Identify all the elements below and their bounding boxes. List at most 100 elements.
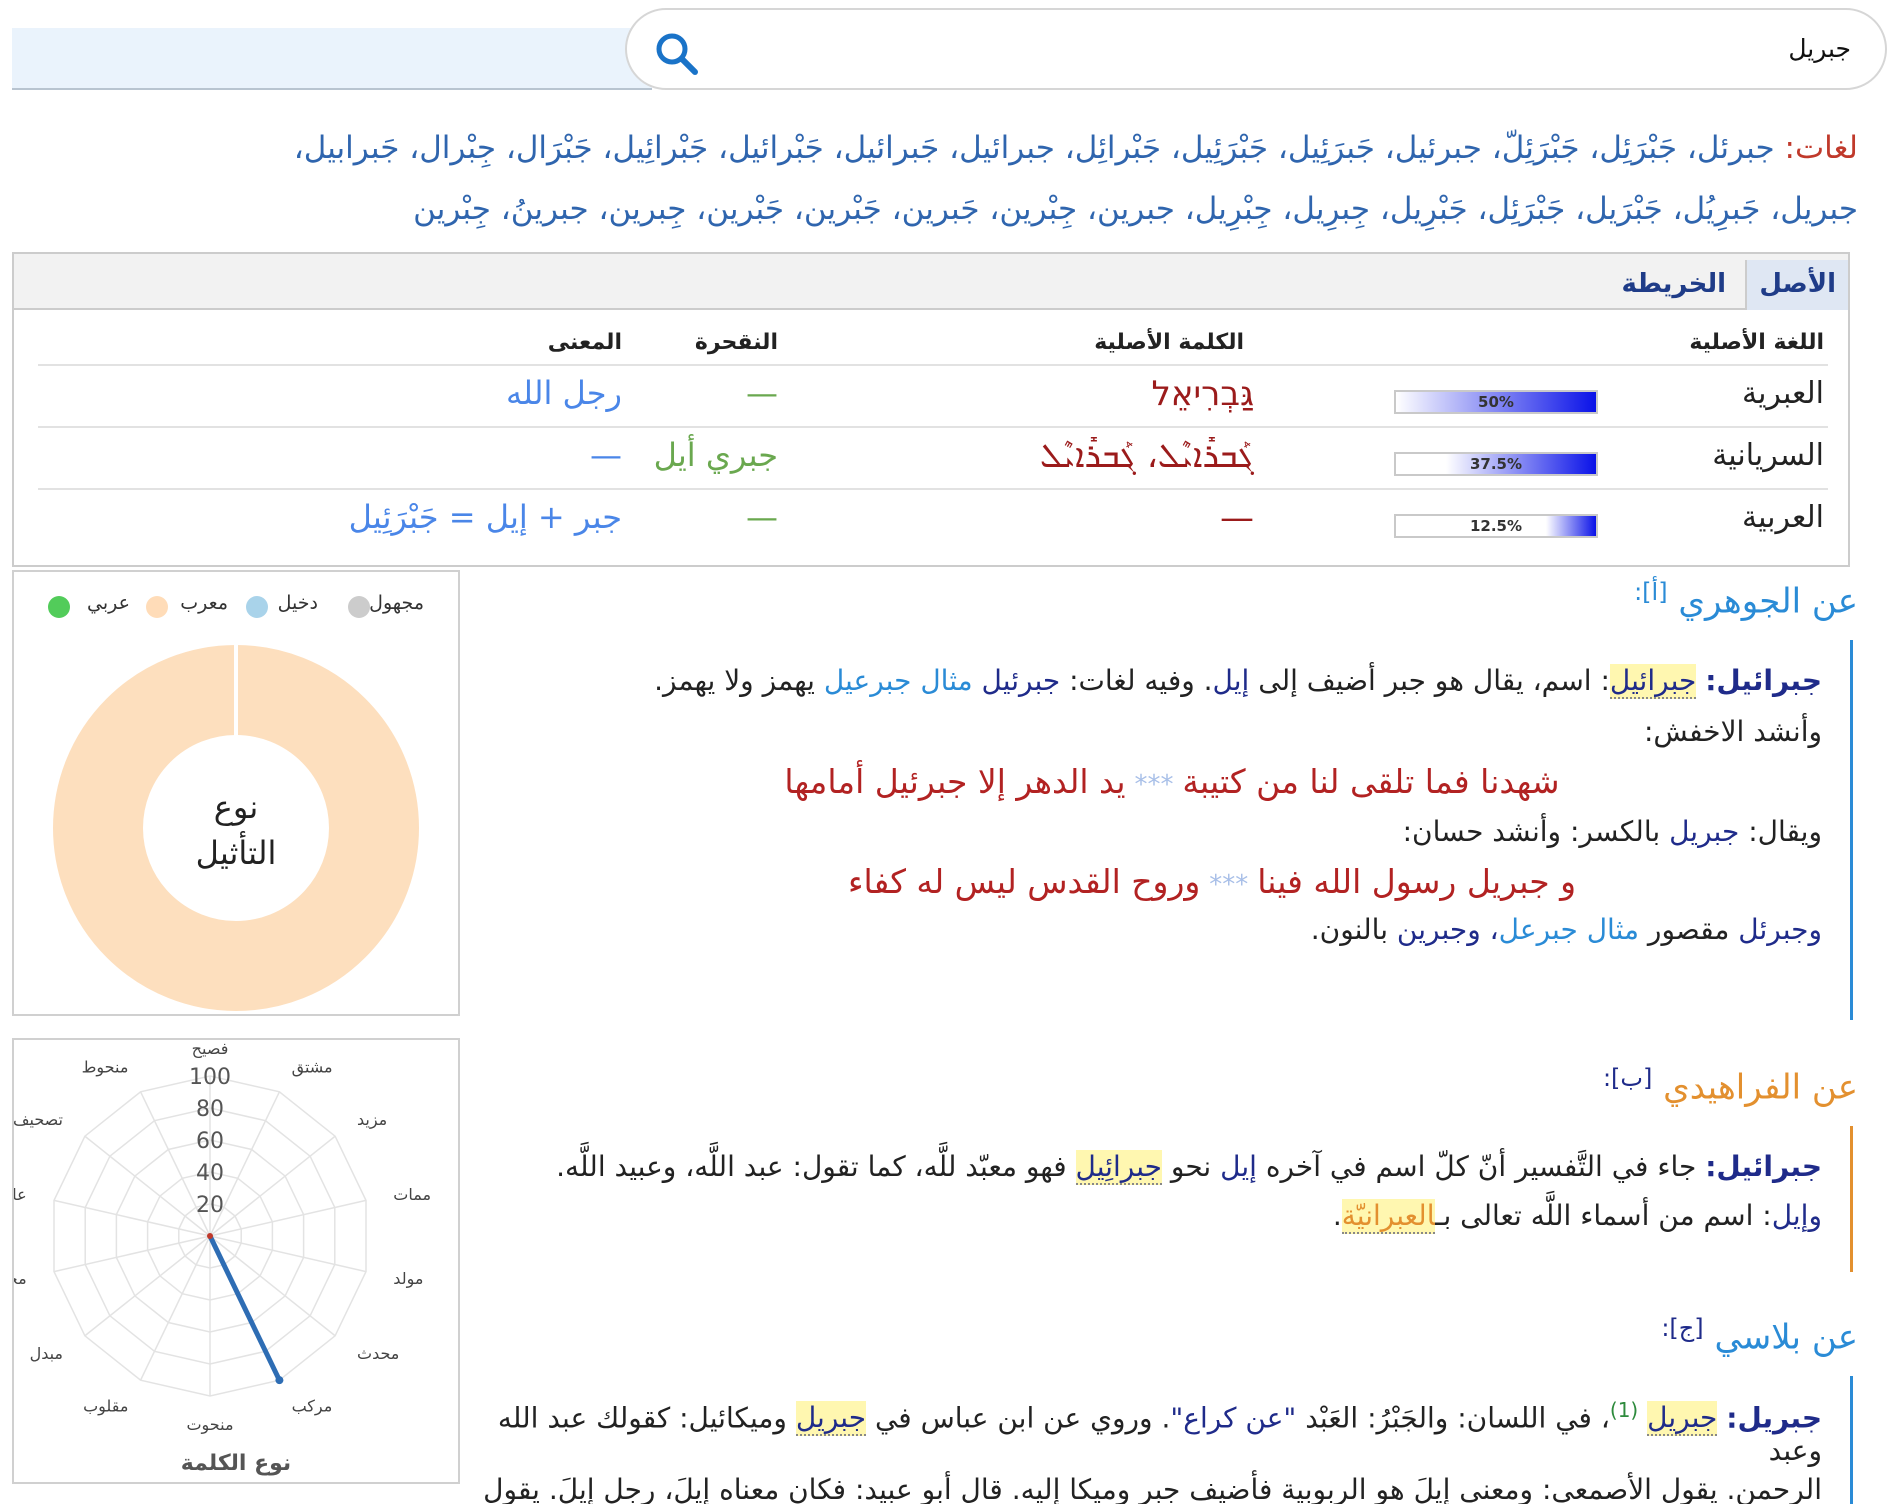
percent-bar: 12.5% [1394, 514, 1598, 538]
tab-map[interactable]: الخريطة [1610, 260, 1738, 310]
transliteration: — [746, 374, 778, 412]
section-rule [1850, 1376, 1853, 1504]
percent-label: 50% [1478, 393, 1514, 411]
variants-line-2[interactable]: جبريل، جَبرِيُل، جَبْرَيل، جَبْرَئِل، جَ… [170, 179, 1858, 240]
radar-axis-label: عامي [14, 1185, 27, 1205]
section-title-text: عن الفراهيدي [1663, 1067, 1858, 1108]
header-meaning: المعنى [547, 330, 622, 355]
word-link[interactable]: ، وجبرين [1397, 913, 1499, 946]
radar-axis-label: محدث [357, 1344, 399, 1363]
text: : اسم، يقال هو جبر أضيف إلى [1258, 664, 1610, 697]
paragraph: وأنشد الاخفش: [1643, 715, 1822, 748]
radar-axis-label: مزيد [357, 1110, 387, 1130]
highlight-word[interactable]: جبرائيل [1609, 664, 1697, 699]
radar-axis-label: منحوط [82, 1058, 129, 1078]
text: بالنون. [1310, 913, 1388, 946]
meaning: — [590, 436, 622, 474]
verse-part: و جبريل رسول الله فينا [1257, 862, 1577, 901]
row-divider [38, 364, 1828, 366]
example-link[interactable]: مثال جبرعل [1499, 913, 1639, 946]
verse-part: يد الدهر إلا جبرئيل أمامها [784, 762, 1126, 801]
ref-link[interactable]: [ج]: [1661, 1314, 1703, 1342]
text: : اسم من أسماء اللَّه تعالى بـ [1435, 1199, 1772, 1232]
text: جاء في التَّفسير أنّ كلّ اسم في آخره [1265, 1150, 1697, 1183]
verse-part: وروح القدس ليس له كفاء [847, 862, 1201, 901]
etymology-type-panel: مجهول دخيل معرب عربي نوع التأثيل [12, 570, 460, 1016]
section-body-balasi: جبريل: جبريل (1)، في اللسان: والجَبْرُ: … [456, 1398, 1822, 1504]
donut-center-line-1: نوع [214, 788, 259, 826]
entry-head: جبرائيل: [1705, 664, 1822, 697]
section-body-jawhari: جبرائيل: جبرائيل: اسم، يقال هو جبر أضيف … [482, 664, 1822, 946]
word-link[interactable]: إيل [1213, 664, 1250, 697]
radar-center-point [207, 1233, 213, 1239]
section-title-jawhari: عن الجوهري [أ]: [1634, 578, 1858, 621]
section-rule [1850, 640, 1853, 1020]
row-language: العربية [1742, 500, 1824, 535]
percent-bar: 37.5% [1394, 452, 1598, 476]
verse-separator: *** [1209, 870, 1249, 900]
header-language: اللغة الأصلية [1689, 330, 1824, 355]
radar-title: نوع الكلمة [181, 1451, 291, 1476]
example-link[interactable]: مثال جبرعيل [824, 664, 973, 697]
word-link[interactable]: جبريل [1669, 815, 1739, 848]
paragraph: وإيل: اسم من أسماء اللَّه تعالى بـالعبرا… [482, 1199, 1822, 1234]
paragraph: جبرائيل: جبرائيل: اسم، يقال هو جبر أضيف … [482, 664, 1822, 699]
verse-separator: *** [1134, 770, 1174, 800]
row-language: العبرية [1742, 376, 1824, 411]
text: . [1332, 1199, 1342, 1232]
meaning: رجل الله [505, 374, 622, 412]
variants-line-1: لغات: جبرئل، جَبْرَئِل، جَبْرَئِلّ، جبرئ… [170, 118, 1858, 179]
word-variants: لغات: جبرئل، جَبْرَئِل، جَبْرَئِلّ، جبرئ… [170, 118, 1858, 240]
highlight-word[interactable]: جبرائِيل [1075, 1150, 1162, 1185]
radar-axis-label: مجمع [14, 1269, 27, 1289]
radar-chart: 20 40 60 80 100 فصيح مشتق مزيد ممات مولد محدث مركب… [14, 1040, 431, 1476]
paragraph: الرحمن. يقول الأصمعي: ومعنى إيلَ هو الرب… [483, 1473, 1822, 1504]
footnote-ref[interactable]: (1) [1610, 1398, 1638, 1422]
donut-center-line-2: التأثيل [196, 831, 277, 872]
radar-tick-label: 100 [189, 1065, 231, 1090]
percent-bar: 50% [1394, 390, 1598, 414]
meaning: جبر + إيل = جَبْرَئِيل [348, 498, 622, 536]
word-link[interactable]: إيل [1220, 1150, 1257, 1183]
radar-data-point[interactable] [275, 1376, 284, 1385]
ref-link[interactable]: [ب]: [1603, 1064, 1652, 1092]
word-link[interactable]: وجبرئل [1738, 913, 1822, 946]
highlight-word[interactable]: جبريل [795, 1401, 867, 1437]
paragraph: وجبرئل مقصور مثال جبرعل، وجبرين بالنون. [482, 913, 1822, 946]
original-word: גַּבְרִיאֵל [1151, 374, 1254, 414]
row-divider [38, 426, 1828, 428]
search-button[interactable] [651, 28, 701, 78]
header-transliteration: النقحرة [694, 330, 778, 355]
radar-axis-label: مولد [393, 1269, 423, 1289]
text: . وروي عن ابن عباس في [874, 1401, 1171, 1435]
radar-axis-label: مبدل [30, 1344, 63, 1363]
paragraph: جبرائيل: جاء في التَّفسير أنّ كلّ اسم في… [482, 1150, 1822, 1185]
radar-axis-label: مركب [292, 1396, 333, 1416]
entry-head: جبرائيل: [1705, 1150, 1822, 1183]
tab-origin[interactable]: الأصل [1745, 260, 1848, 310]
donut-chart: نوع التأثيل [53, 642, 419, 1011]
text: ، في اللسان: والجَبْرُ: العَبْد [1305, 1401, 1610, 1435]
original-word: ܓܰܒܪܺܐܝܶܠ، ܓܰܒܪܺܐܝܶܠ [1039, 436, 1254, 476]
language-link[interactable]: العبرانيّة [1341, 1199, 1436, 1234]
radar-ticks: 20 40 60 80 100 [189, 1065, 231, 1218]
variants-label: لغات: [1784, 130, 1858, 166]
percent-label: 37.5% [1469, 455, 1523, 473]
radar-tick-label: 60 [196, 1129, 224, 1154]
variants-list-1[interactable]: جبرئل، جَبْرَئِل، جَبْرَئِلّ، جبرئيل، جَ… [294, 130, 1775, 166]
ref-link[interactable]: [أ]: [1634, 578, 1667, 606]
word-type-panel: 20 40 60 80 100 فصيح مشتق مزيد ممات مولد محدث مركب… [12, 1038, 460, 1484]
row-language: السريانية [1712, 438, 1824, 473]
text: بالكسر: وأنشد حسان: [1402, 815, 1661, 848]
section-title-farahidi: عن الفراهيدي [ب]: [1603, 1064, 1858, 1107]
word-link[interactable]: جبرئيل [982, 664, 1061, 697]
transliteration: — [746, 498, 778, 536]
search-icon [656, 33, 698, 75]
highlight-word[interactable]: جبريل [1647, 1401, 1718, 1437]
text: مقصور [1647, 913, 1730, 946]
word-link[interactable]: وإيل [1772, 1199, 1822, 1232]
radar-axis-label: ممات [393, 1185, 431, 1204]
verse-part: شهدنا فما تلقى لنا من كتيبة [1182, 762, 1560, 801]
text: يهمز ولا يهمز. [654, 664, 815, 697]
search-input[interactable] [751, 24, 1851, 72]
